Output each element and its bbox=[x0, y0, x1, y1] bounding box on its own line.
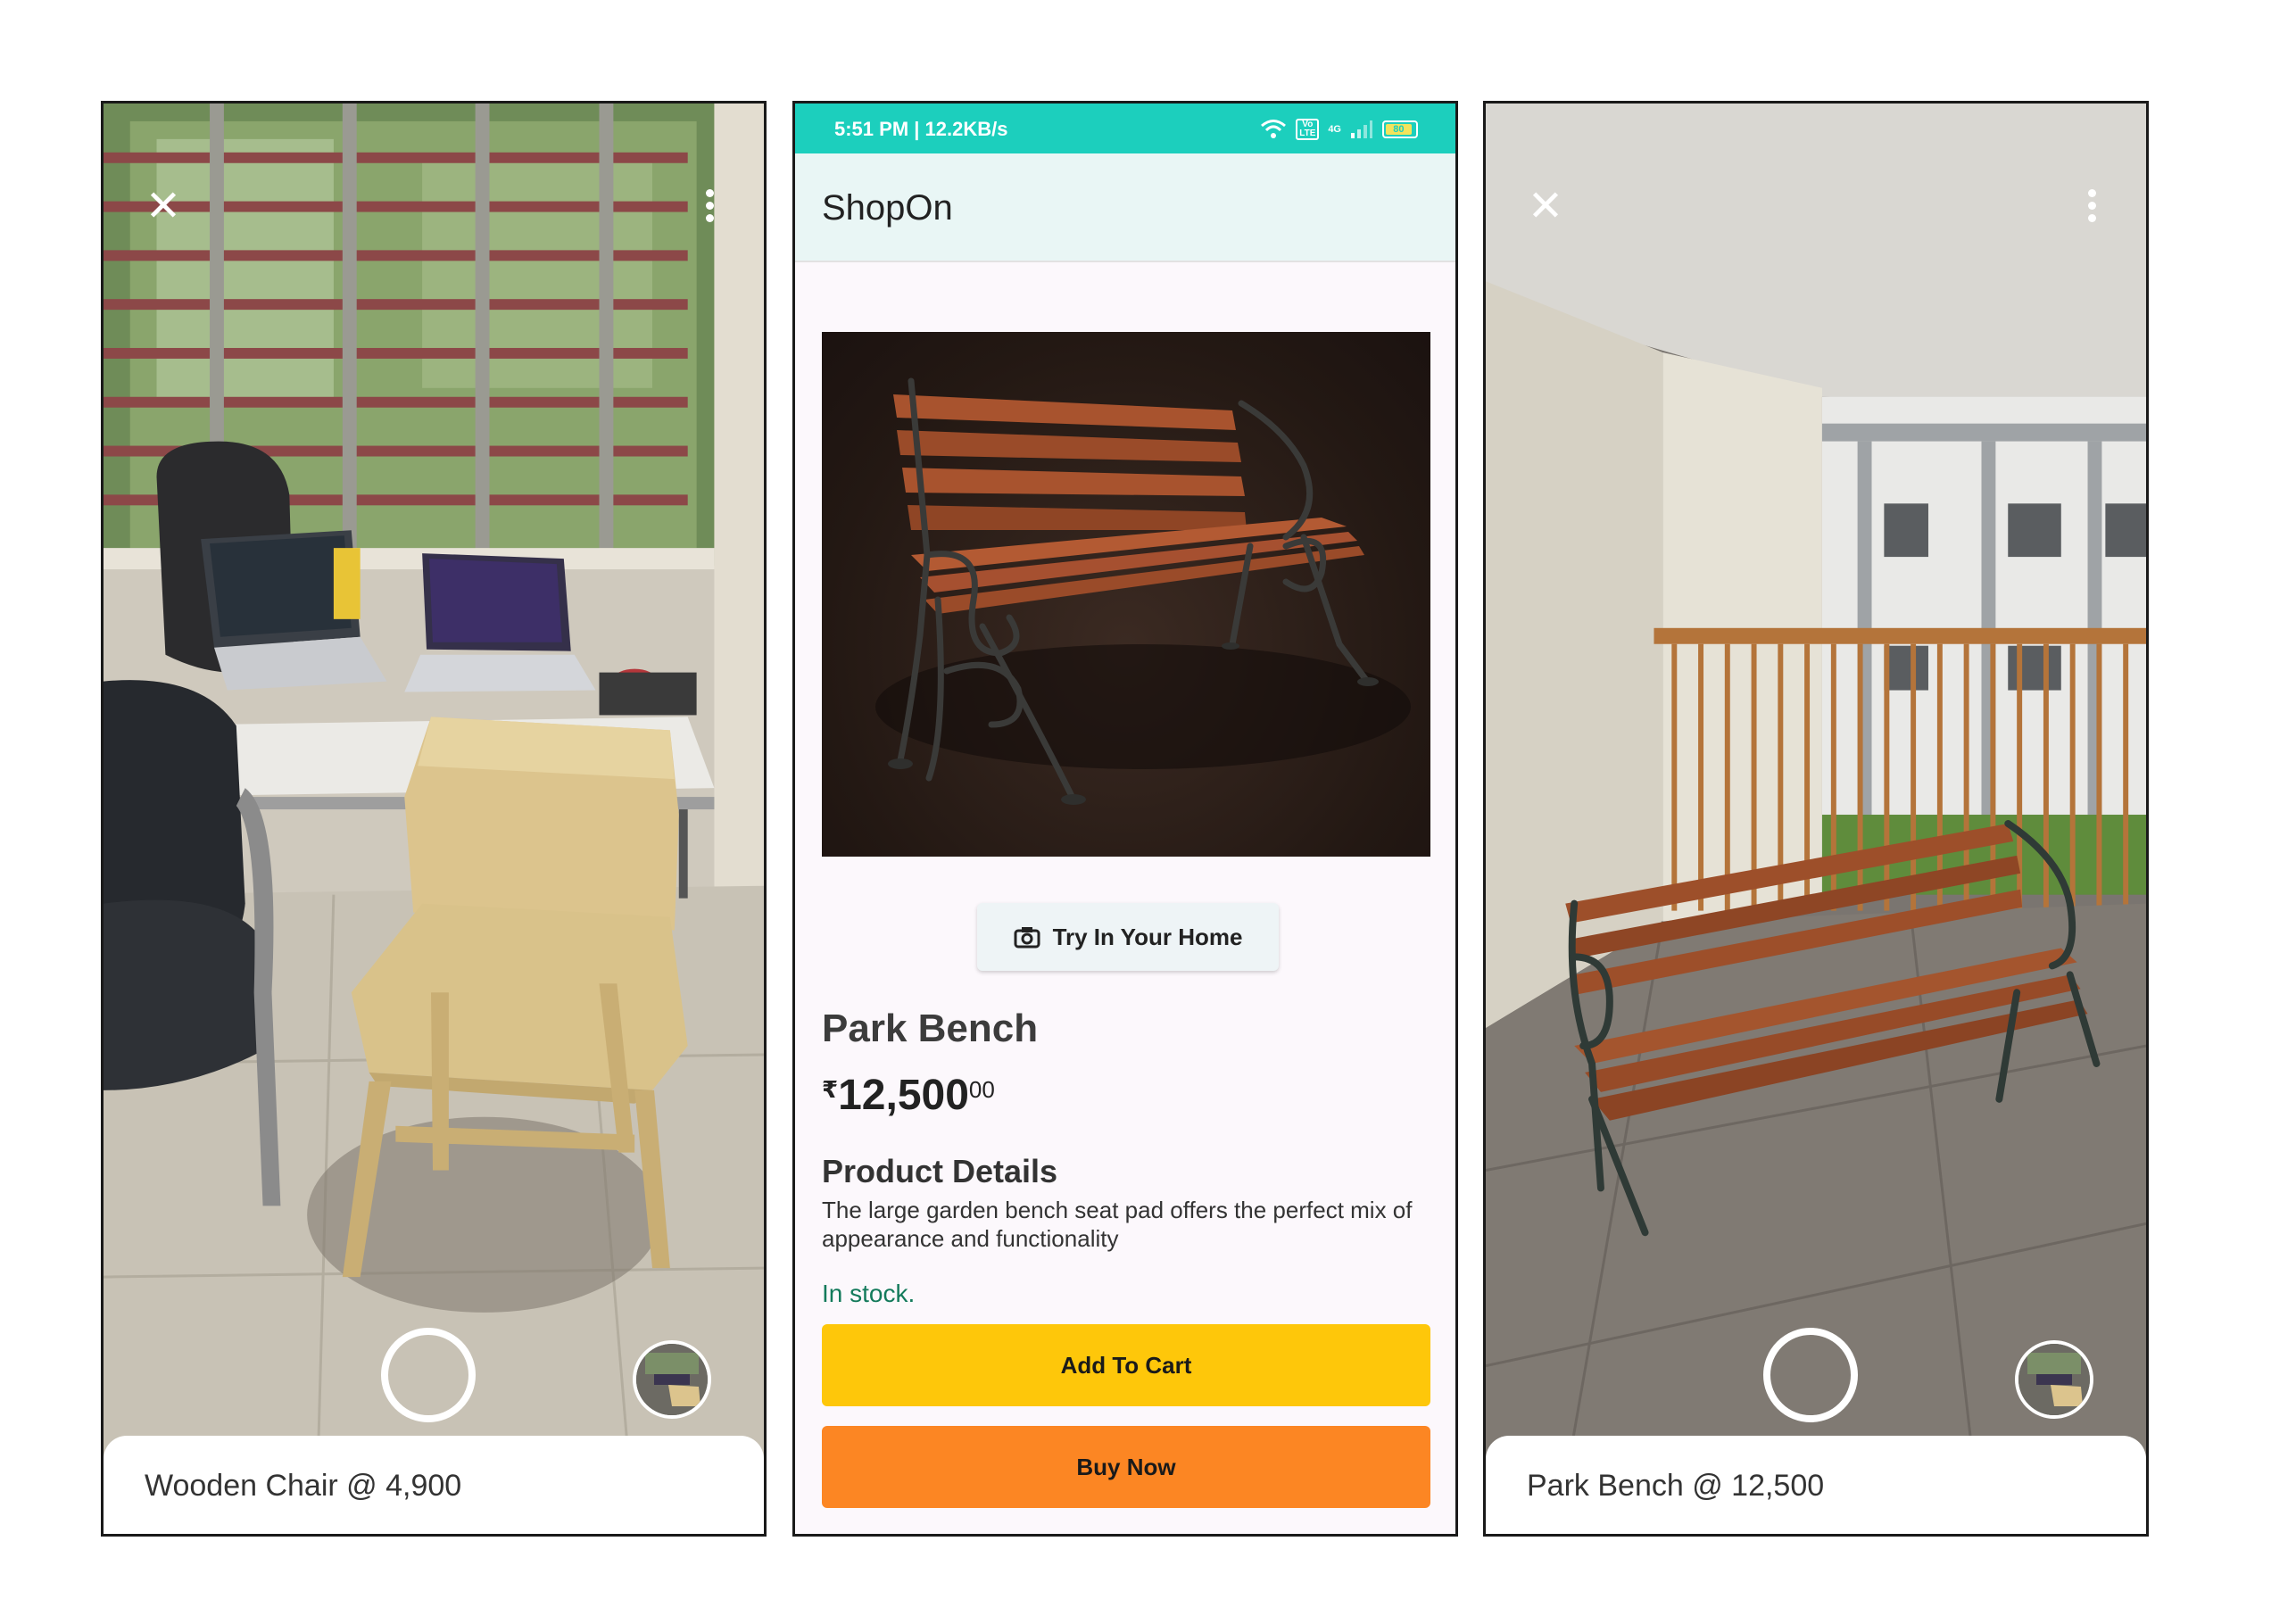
status-icons: Vo LTE 4G 80 bbox=[1260, 118, 1418, 141]
ar-product-caption: Park Bench @ 12,500 bbox=[1486, 1436, 2146, 1534]
gallery-thumbnail[interactable] bbox=[2015, 1340, 2093, 1419]
price-currency: ₹ bbox=[822, 1076, 839, 1103]
wifi-icon bbox=[1261, 120, 1287, 138]
add-to-cart-button[interactable]: Add To Cart bbox=[822, 1324, 1430, 1406]
ar-view-chair: ✕ Wooden Chair @ 4,900 bbox=[101, 101, 767, 1537]
app-title: ShopOn bbox=[822, 188, 953, 228]
ar-view-bench: ✕ Park Bench @ 12,500 bbox=[1483, 101, 2149, 1537]
price-fraction: 00 bbox=[968, 1076, 995, 1103]
gallery-thumbnail[interactable] bbox=[633, 1340, 711, 1419]
product-details-heading: Product Details bbox=[822, 1153, 1058, 1189]
status-bar: 5:51 PM | 12.2KB/s Vo LTE 4G 80 bbox=[795, 104, 1455, 153]
battery-icon: 80 bbox=[1382, 120, 1418, 138]
camera-scene-balcony bbox=[1486, 104, 2146, 1534]
volte-icon: Vo LTE bbox=[1296, 119, 1320, 140]
battery-level: 80 bbox=[1386, 124, 1412, 135]
status-time: 5:51 PM | 12.2KB/s bbox=[834, 118, 1008, 140]
buy-now-button[interactable]: Buy Now bbox=[822, 1426, 1430, 1508]
stock-status: In stock. bbox=[822, 1280, 916, 1307]
capture-button[interactable] bbox=[381, 1328, 476, 1422]
more-vert-icon[interactable] bbox=[2085, 189, 2098, 225]
try-in-your-home-label: Try In Your Home bbox=[1052, 923, 1243, 950]
camera-scene-office bbox=[104, 104, 764, 1534]
capture-button[interactable] bbox=[1763, 1328, 1858, 1422]
shop-product-screen: 5:51 PM | 12.2KB/s Vo LTE 4G 80 ShopOn T… bbox=[792, 101, 1458, 1537]
ar-product-caption: Wooden Chair @ 4,900 bbox=[104, 1436, 764, 1534]
signal-icon bbox=[1351, 120, 1372, 138]
more-vert-icon[interactable] bbox=[703, 189, 716, 225]
product-name: Park Bench bbox=[822, 1007, 1039, 1050]
network-type: 4G bbox=[1328, 124, 1341, 135]
product-price: ₹12,50000 bbox=[822, 1071, 995, 1120]
product-image bbox=[822, 332, 1430, 857]
close-icon[interactable]: ✕ bbox=[1523, 184, 1568, 228]
try-in-your-home-button[interactable]: Try In Your Home bbox=[977, 903, 1279, 971]
app-bar: ShopOn bbox=[795, 153, 1455, 262]
camera-icon bbox=[1014, 927, 1040, 949]
price-whole: 12,500 bbox=[838, 1072, 969, 1119]
product-details-text: The large garden bench seat pad offers t… bbox=[822, 1197, 1413, 1252]
close-icon[interactable]: ✕ bbox=[141, 184, 186, 228]
